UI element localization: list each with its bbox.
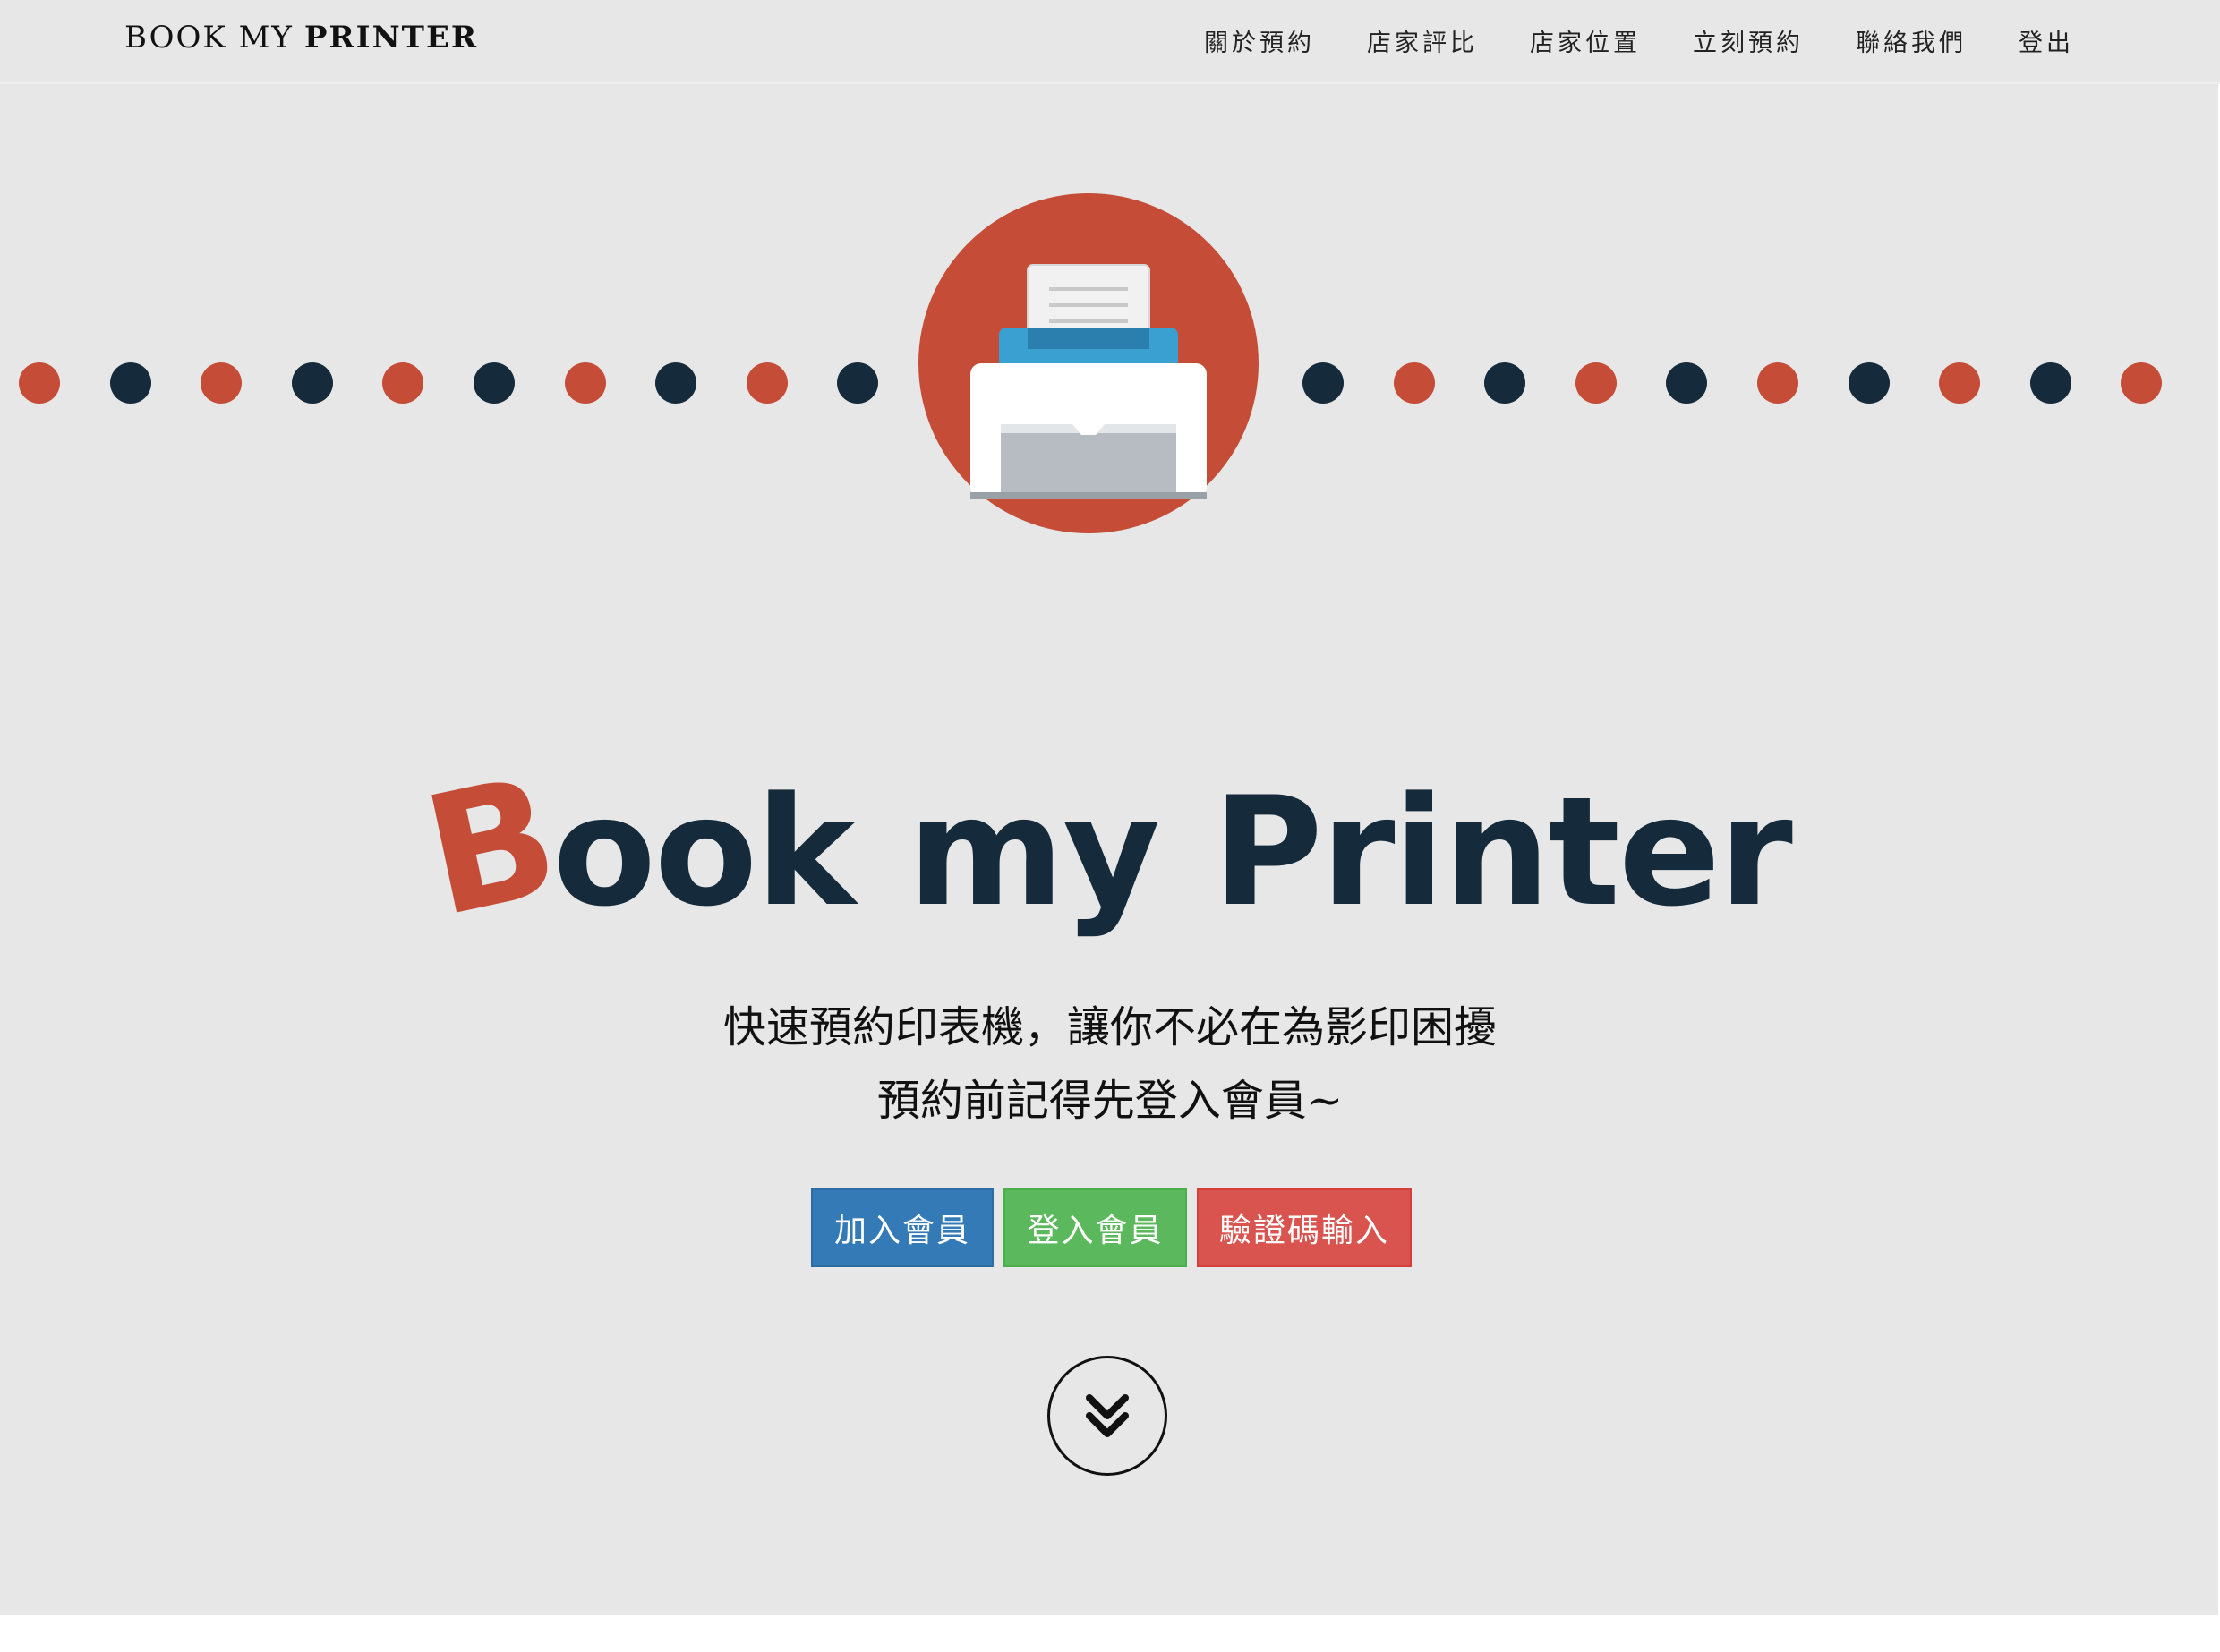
decorative-dot [564, 362, 606, 404]
decorative-dot [1575, 362, 1617, 404]
login-member-button[interactable]: 登入會員 [1003, 1188, 1187, 1267]
decorative-dot [1484, 362, 1526, 404]
scroll-down-button[interactable] [1047, 1356, 1167, 1476]
hero-subtitle-line2: 預約前記得先登入會員~ [876, 1076, 1344, 1126]
brand-logo[interactable]: BOOK MY PRINTER [124, 20, 478, 55]
hero-title-first-letter: B [410, 740, 572, 955]
decorative-dot [1848, 362, 1890, 404]
decorative-dot [1393, 362, 1435, 404]
nav-links: 關於預約 店家評比 店家位置 立刻預約 聯絡我們 登出 [1152, 23, 2074, 58]
hero-title-word1-rest: ook [552, 764, 856, 940]
verification-code-button[interactable]: 驗證碼輸入 [1197, 1188, 1412, 1267]
navbar: BOOK MY PRINTER 關於預約 店家評比 店家位置 立刻預約 聯絡我們 … [0, 0, 2220, 84]
nav-link-about-booking[interactable]: 關於預約 [1204, 23, 1315, 58]
decorative-dot [655, 362, 697, 404]
nav-link-logout[interactable]: 登出 [2019, 23, 2074, 58]
decorative-dot [1939, 362, 1981, 404]
decorative-dot [291, 362, 333, 404]
decorative-dot [746, 362, 788, 404]
nav-link-store-ratings[interactable]: 店家評比 [1367, 23, 1478, 58]
printer-icon [970, 264, 1207, 499]
hero-title-word3: Printer [1212, 764, 1793, 940]
decorative-dot [201, 362, 243, 404]
nav-link-store-locations[interactable]: 店家位置 [1530, 23, 1641, 58]
decorative-dot [1757, 362, 1798, 404]
hero-title-word2: my [907, 764, 1161, 940]
brand-light-text: BOOK MY [124, 20, 294, 55]
decorative-dot [474, 362, 515, 404]
nav-link-contact-us[interactable]: 聯絡我們 [1856, 23, 1967, 58]
hero-title: Book my Printer [0, 741, 2220, 954]
hero-subtitle-line1: 快速預約印表機，讓你不必在為影印困擾 [722, 1002, 1497, 1052]
brand-bold-text: PRINTER [303, 20, 479, 55]
join-member-button[interactable]: 加入會員 [811, 1188, 994, 1267]
decorative-dot [109, 362, 151, 404]
nav-link-book-now[interactable]: 立刻預約 [1693, 23, 1804, 58]
chevron-double-down-icon [1086, 1394, 1129, 1437]
decorative-dot [1302, 362, 1344, 404]
decorative-dot [2029, 362, 2071, 404]
decorative-dot [19, 362, 60, 404]
